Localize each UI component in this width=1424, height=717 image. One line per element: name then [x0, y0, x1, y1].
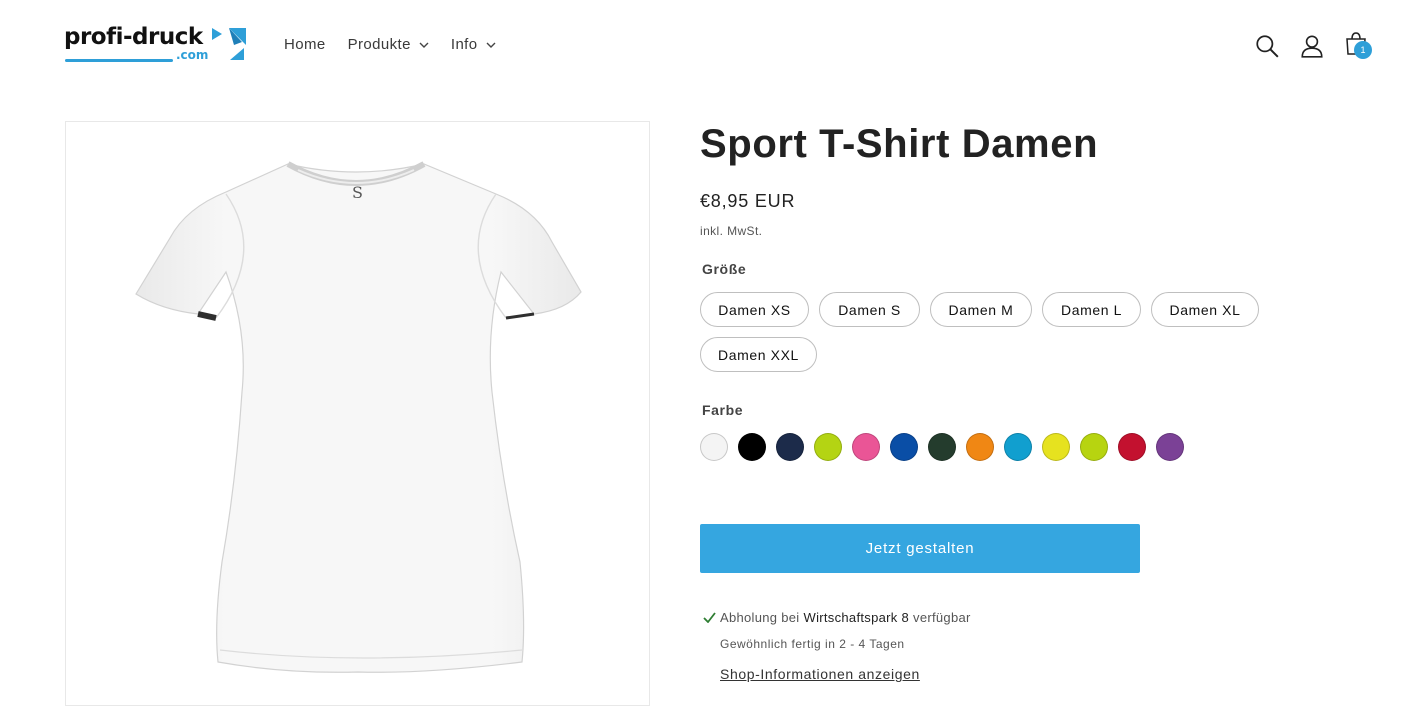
color-swatch[interactable] — [928, 433, 956, 461]
pickup-availability: Abholung bei Wirtschaftspark 8 verfügbar — [703, 610, 971, 625]
nav-item-label: Produkte — [347, 36, 411, 53]
tax-note: inkl. MwSt. — [700, 224, 763, 238]
site-header: profi-druck .com Home Produkte Info 1 — [0, 0, 1424, 90]
chevron-down-icon — [419, 42, 429, 48]
nav-item-produkte[interactable]: Produkte — [348, 36, 429, 53]
color-swatch[interactable] — [1042, 433, 1070, 461]
size-option-damen-m[interactable]: Damen M — [930, 292, 1032, 327]
color-swatch[interactable] — [966, 433, 994, 461]
logo-domain: .com — [176, 48, 209, 62]
color-swatch[interactable] — [1156, 433, 1184, 461]
size-option-damen-s[interactable]: Damen S — [819, 292, 920, 327]
color-swatch[interactable] — [1118, 433, 1146, 461]
nav-item-label: Info — [450, 36, 478, 53]
nav-item-home[interactable]: Home — [284, 36, 326, 53]
main-nav: Home Produkte Info — [284, 36, 518, 53]
pickup-suffix: verfügbar — [913, 610, 971, 625]
product-price: €8,95 EUR — [700, 191, 796, 211]
color-label: Farbe — [702, 402, 744, 418]
cart-count-badge: 1 — [1354, 41, 1372, 59]
chevron-down-icon — [486, 42, 495, 48]
nav-item-info[interactable]: Info — [451, 36, 496, 53]
color-swatch[interactable] — [738, 433, 766, 461]
size-option-damen-xxl[interactable]: Damen XXL — [700, 337, 817, 372]
color-swatch[interactable] — [890, 433, 918, 461]
size-option-damen-xl[interactable]: Damen XL — [1151, 292, 1259, 327]
color-swatch[interactable] — [1004, 433, 1032, 461]
design-now-button[interactable]: Jetzt gestalten — [700, 524, 1140, 573]
shop-info-link[interactable]: Shop-Informationen anzeigen — [720, 666, 920, 682]
size-label: Größe — [702, 261, 747, 277]
color-swatch[interactable] — [1080, 433, 1108, 461]
nav-item-label: Home — [284, 36, 326, 53]
product-title: Sport T-Shirt Damen — [700, 122, 1099, 166]
color-swatch[interactable] — [776, 433, 804, 461]
tshirt-illustration: S — [135, 161, 582, 673]
svg-text:S: S — [352, 183, 363, 202]
color-swatch[interactable] — [852, 433, 880, 461]
site-logo[interactable]: profi-druck .com — [64, 24, 248, 66]
pickup-prefix: Abholung bei — [720, 610, 800, 625]
search-icon[interactable] — [1254, 33, 1280, 59]
checkmark-icon — [703, 612, 716, 623]
color-swatch[interactable] — [700, 433, 728, 461]
logo-underline — [65, 59, 173, 62]
color-swatch[interactable] — [814, 433, 842, 461]
account-icon[interactable] — [1299, 33, 1325, 59]
pickup-time: Gewöhnlich fertig in 2 - 4 Tagen — [720, 637, 905, 651]
product-image[interactable]: S — [65, 121, 650, 706]
pickup-location: Wirtschaftspark 8 — [803, 610, 910, 625]
size-option-damen-xs[interactable]: Damen XS — [700, 292, 809, 327]
size-option-damen-l[interactable]: Damen L — [1042, 292, 1141, 327]
logo-mark-icon — [212, 28, 246, 60]
logo-text: profi-druck — [64, 24, 203, 50]
